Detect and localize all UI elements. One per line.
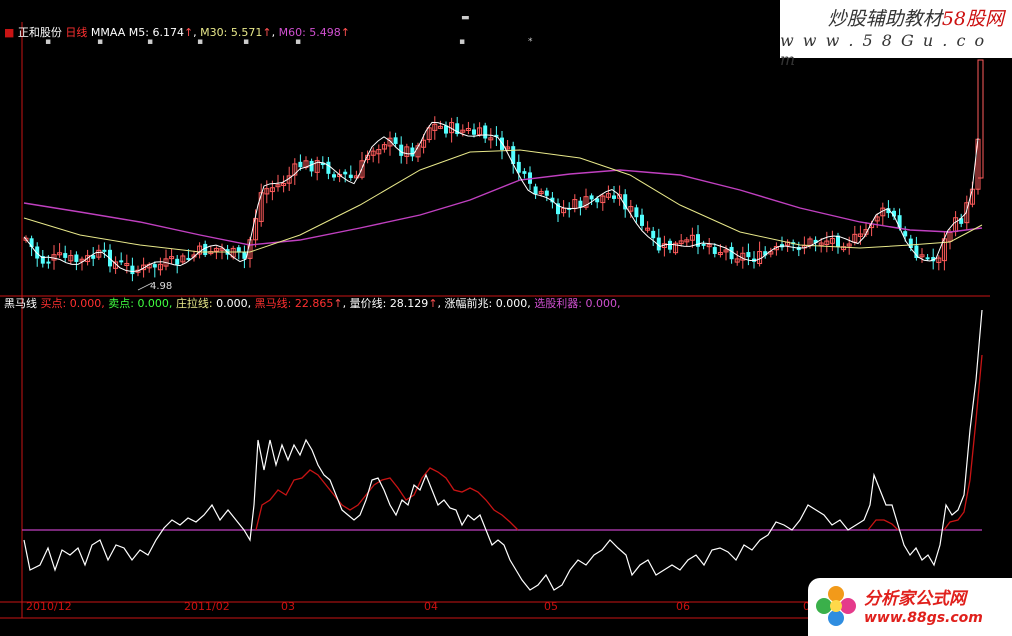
candle-body [589, 195, 594, 200]
panel-marker-icon: ■ [4, 26, 15, 39]
candle-body [410, 147, 415, 157]
candle-body [612, 195, 616, 199]
indicator-name: MMAA [90, 26, 126, 39]
x-label-2011-02: 2011/02 [184, 600, 230, 613]
candle-body [701, 243, 706, 246]
zhuangla-value: 0.000, [216, 297, 252, 310]
candle-body [326, 161, 331, 174]
candle-body [203, 243, 208, 256]
x-label-06: 06 [676, 600, 690, 613]
stock-name[interactable]: 正和股份 [18, 26, 62, 39]
liangjia-up-arrow-icon: ↑ [428, 297, 438, 310]
candle-body [903, 231, 908, 237]
flower-logo-icon [816, 586, 856, 626]
candle-body [483, 125, 488, 139]
x-label-04: 04 [424, 600, 438, 613]
candle-body [578, 200, 583, 208]
watermark-top-line1b: 58股网 [941, 8, 1004, 30]
ma5-label: M5: [128, 26, 149, 39]
candle-body [746, 252, 751, 258]
watermark-bottom-title: 分析家公式网 [864, 589, 966, 609]
candle-body [925, 257, 930, 260]
sub-header: 黑马线 买点: 0.000, 卖点: 0.000, 庄拉线: 0.000, 黑马… [4, 297, 621, 310]
svg-text:▬: ▬ [461, 13, 470, 23]
ma60-up-arrow-icon: ↑ [340, 26, 351, 39]
svg-text:*: * [528, 37, 533, 47]
main-header: ■ 正和股份 日线 MMAA M5: 6.174↑, M30: 5.571↑, … [4, 26, 351, 39]
sell-value: 0.000, [137, 297, 173, 310]
watermark-88gs: 分析家公式网 www.88gs.com [808, 578, 1012, 636]
watermark-top-url: w w w . 5 8 G u . c o m [780, 31, 987, 69]
heima-label: 黑马线: [254, 297, 292, 310]
buy-label: 买点: [40, 297, 67, 310]
candle-body [533, 186, 538, 195]
liangjia-value: 28.129 [389, 297, 429, 310]
candle-body [640, 214, 644, 226]
stock-chart-window[interactable]: ▪ ▪ ▪ ▪ ▪ ▪ ▪ * ▬ ■ 正和股份 日线 MMAA M5: 6.1… [0, 0, 1012, 636]
sell-label: 卖点: [108, 297, 134, 310]
heima-up-arrow-icon: ↑ [333, 297, 343, 310]
period-label[interactable]: 日线 [65, 26, 87, 39]
candle-body [393, 137, 398, 144]
zhuangla-label: 庄拉线: [175, 297, 213, 310]
ma5-value: 6.174 [152, 26, 184, 39]
liangjia-label: 量价线: [349, 297, 387, 310]
x-label-2010-12: 2010/12 [26, 600, 72, 613]
candle-body [668, 240, 672, 250]
candle-body [309, 160, 314, 172]
xuangu-value: 0.000, [585, 297, 621, 310]
ma30-label: M30: [200, 26, 228, 39]
ma5-up-arrow-icon: ↑ [183, 26, 194, 39]
watermark-top-line1a: 炒股辅助教材 [827, 8, 942, 30]
liangjia-line [23, 309, 983, 591]
candle-body [119, 260, 124, 263]
ma30-value: 5.571 [230, 26, 263, 39]
candle-body [46, 261, 51, 264]
svg-text:▪: ▪ [459, 37, 465, 47]
xuangu-label: 选股利器: [534, 297, 582, 310]
candle-body [63, 253, 68, 258]
heima-value: 22.865 [294, 297, 334, 310]
candle-body [522, 171, 527, 174]
candle-body [348, 174, 353, 178]
candle-body [332, 174, 336, 178]
ma30-up-arrow-icon: ↑ [262, 26, 272, 39]
watermark-bottom-url: www.88gs.com [864, 610, 983, 626]
zhangfu-label: 涨幅前兆: [444, 297, 493, 310]
candle-body [651, 230, 656, 239]
candle-body [472, 129, 476, 135]
candle-body [897, 215, 902, 229]
candle-body [634, 207, 639, 218]
zhangfu-value: 0.000, [495, 297, 531, 310]
sub-indicator-name[interactable]: 黑马线 [4, 297, 37, 310]
candle-body [74, 254, 79, 262]
candle-body [298, 161, 303, 168]
candle-body [152, 264, 157, 268]
buy-value: 0.000, [69, 297, 105, 310]
chart-canvas[interactable]: ▪ ▪ ▪ ▪ ▪ ▪ ▪ * ▬ [0, 0, 1012, 636]
candle-body [175, 258, 180, 265]
candle-body [729, 246, 734, 260]
candle-body [712, 247, 717, 254]
heima-line-segment [867, 519, 899, 531]
candle-body [544, 190, 549, 196]
candle-body [102, 249, 107, 252]
watermark-58gu: 炒股辅助教材58股网 w w w . 5 8 G u . c o m [780, 0, 1012, 69]
candle-body [343, 171, 348, 175]
ma60-label: M60: [278, 26, 306, 39]
candle-body [130, 265, 135, 275]
x-label-03: 03 [281, 600, 295, 613]
ma60-value: 5.498 [309, 26, 341, 39]
x-label-05: 05 [544, 600, 558, 613]
low-price-label: 4.98 [150, 281, 173, 292]
